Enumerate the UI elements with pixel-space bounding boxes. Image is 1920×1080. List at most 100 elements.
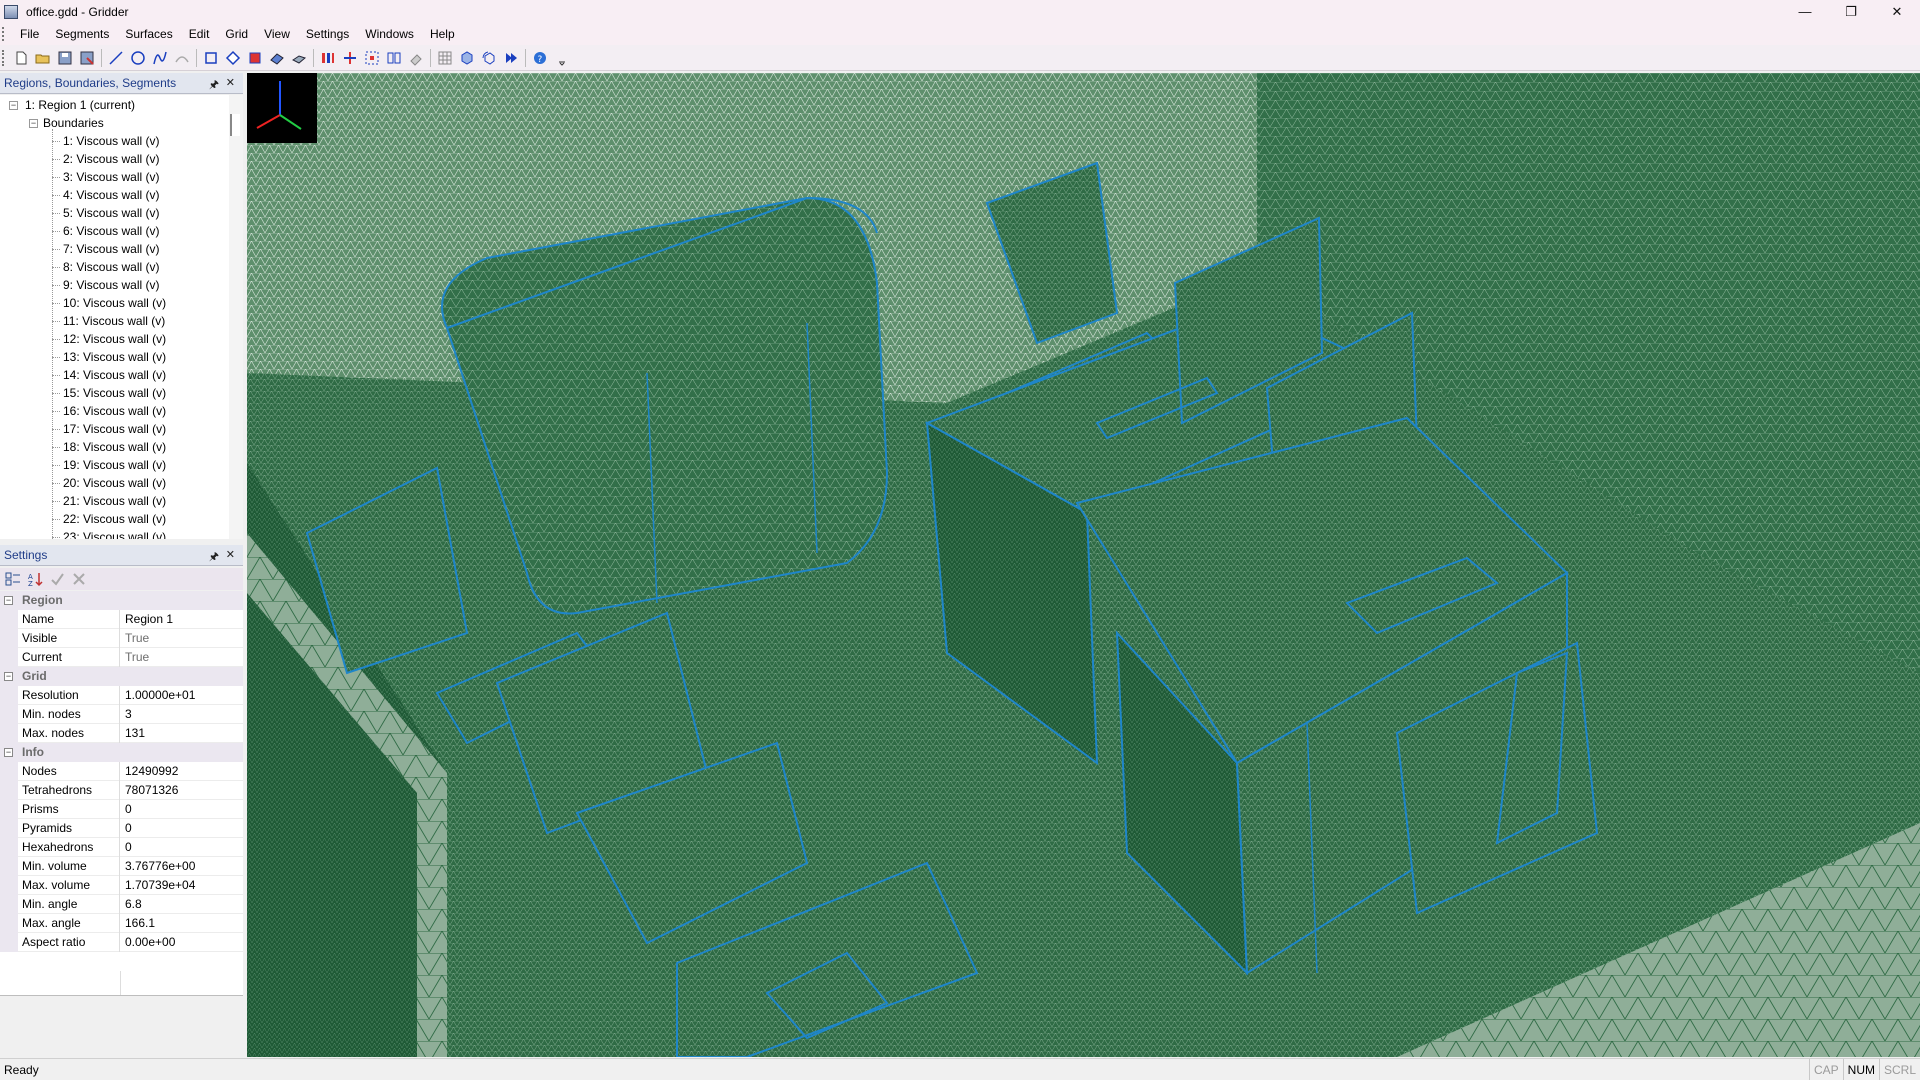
property-row[interactable]: Min. nodes 3: [0, 705, 243, 724]
property-row[interactable]: Max. volume 1.70739e+04: [0, 876, 243, 895]
box-select-icon[interactable]: [362, 47, 383, 68]
menu-windows[interactable]: Windows: [357, 23, 422, 45]
cancel-icon[interactable]: [69, 569, 90, 590]
property-row[interactable]: Current True: [0, 648, 243, 667]
close-icon[interactable]: ✕: [226, 548, 235, 561]
surface-b-icon[interactable]: [289, 47, 310, 68]
property-value[interactable]: 1.70739e+04: [125, 876, 243, 895]
red-bars-icon[interactable]: [318, 47, 339, 68]
save-icon[interactable]: [55, 47, 76, 68]
tree-boundary-item[interactable]: 12: Viscous wall (v): [63, 330, 166, 348]
property-value[interactable]: 1.00000e+01: [125, 686, 243, 705]
collapse-icon[interactable]: −: [4, 672, 13, 681]
tree-boundary-item[interactable]: 6: Viscous wall (v): [63, 222, 159, 240]
menu-edit[interactable]: Edit: [181, 23, 218, 45]
toolbar-grip-icon[interactable]: [2, 49, 10, 66]
erase-icon[interactable]: [406, 47, 427, 68]
property-row[interactable]: Nodes 12490992: [0, 762, 243, 781]
property-value[interactable]: 0.00e+00: [125, 933, 243, 952]
diamond-icon[interactable]: [223, 47, 244, 68]
pin-icon[interactable]: 🖈: [209, 76, 219, 95]
tree-region-node[interactable]: 1: Region 1 (current): [25, 96, 135, 114]
collapse-icon[interactable]: −: [4, 596, 13, 605]
apply-icon[interactable]: [47, 569, 68, 590]
help-icon[interactable]: ?: [530, 47, 551, 68]
box-red-icon[interactable]: [245, 47, 266, 68]
property-row[interactable]: Tetrahedrons 78071326: [0, 781, 243, 800]
tree-scrollbar-thumb[interactable]: [230, 114, 240, 136]
property-value[interactable]: 0: [125, 819, 243, 838]
minimize-button[interactable]: —: [1782, 0, 1828, 23]
tree-collapse-icon[interactable]: −: [9, 101, 18, 110]
property-value[interactable]: 166.1: [125, 914, 243, 933]
property-value[interactable]: 0: [125, 838, 243, 857]
property-value[interactable]: 12490992: [125, 762, 243, 781]
property-row[interactable]: Aspect ratio 0.00e+00: [0, 933, 243, 952]
property-row[interactable]: Min. angle 6.8: [0, 895, 243, 914]
tree-boundary-item[interactable]: 4: Viscous wall (v): [63, 186, 159, 204]
tree-boundary-item[interactable]: 2: Viscous wall (v): [63, 150, 159, 168]
property-row[interactable]: Min. volume 3.76776e+00: [0, 857, 243, 876]
tree-boundary-item[interactable]: 13: Viscous wall (v): [63, 348, 166, 366]
grid-dots-icon[interactable]: [435, 47, 456, 68]
property-row[interactable]: Hexahedrons 0: [0, 838, 243, 857]
menu-settings[interactable]: Settings: [298, 23, 357, 45]
property-value[interactable]: Region 1: [125, 610, 243, 629]
play-icon[interactable]: [501, 47, 522, 68]
tree-boundary-item[interactable]: 11: Viscous wall (v): [63, 312, 165, 330]
property-category[interactable]: − Info: [0, 743, 243, 762]
cube-rotate-icon[interactable]: [479, 47, 500, 68]
close-icon[interactable]: ✕: [226, 76, 235, 89]
menu-help[interactable]: Help: [422, 23, 463, 45]
tree-boundary-item[interactable]: 14: Viscous wall (v): [63, 366, 166, 384]
tree-boundary-item[interactable]: 7: Viscous wall (v): [63, 240, 159, 258]
property-value[interactable]: 6.8: [125, 895, 243, 914]
cross-move-icon[interactable]: [340, 47, 361, 68]
property-row[interactable]: Prisms 0: [0, 800, 243, 819]
surface-a-icon[interactable]: [267, 47, 288, 68]
cube-icon[interactable]: [457, 47, 478, 68]
tree-boundary-item[interactable]: 1: Viscous wall (v): [63, 132, 159, 150]
property-row[interactable]: Max. nodes 131: [0, 724, 243, 743]
tree-boundary-item[interactable]: 23: Viscous wall (v): [63, 528, 166, 539]
property-value[interactable]: 0: [125, 800, 243, 819]
pin-icon[interactable]: 🖈: [209, 548, 219, 567]
property-category[interactable]: − Grid: [0, 667, 243, 686]
tree-boundary-item[interactable]: 17: Viscous wall (v): [63, 420, 166, 438]
tree-boundary-item[interactable]: 3: Viscous wall (v): [63, 168, 159, 186]
3d-viewport[interactable]: [247, 73, 1920, 1057]
tree-scrollbar[interactable]: [229, 95, 243, 539]
collapse-icon[interactable]: −: [4, 748, 13, 757]
property-row[interactable]: Pyramids 0: [0, 819, 243, 838]
draw-arc-icon[interactable]: [172, 47, 193, 68]
new-file-icon[interactable]: [11, 47, 32, 68]
menu-grip-icon[interactable]: [2, 27, 12, 41]
tree-boundary-item[interactable]: 18: Viscous wall (v): [63, 438, 166, 456]
split-icon[interactable]: [384, 47, 405, 68]
restore-button[interactable]: ❐: [1828, 0, 1874, 23]
draw-circle-icon[interactable]: [128, 47, 149, 68]
menu-segments[interactable]: Segments: [47, 23, 117, 45]
tree-collapse-icon[interactable]: −: [29, 119, 38, 128]
menu-surfaces[interactable]: Surfaces: [117, 23, 180, 45]
tree-boundary-item[interactable]: 5: Viscous wall (v): [63, 204, 159, 222]
draw-spline-icon[interactable]: [150, 47, 171, 68]
close-button[interactable]: ✕: [1874, 0, 1920, 23]
tree-boundary-item[interactable]: 22: Viscous wall (v): [63, 510, 166, 528]
property-value[interactable]: 3.76776e+00: [125, 857, 243, 876]
toolbar-overflow-icon[interactable]: [552, 47, 573, 68]
property-row[interactable]: Name Region 1: [0, 610, 243, 629]
property-row[interactable]: Visible True: [0, 629, 243, 648]
property-value[interactable]: True: [125, 648, 243, 667]
property-row[interactable]: Resolution 1.00000e+01: [0, 686, 243, 705]
tree-boundary-item[interactable]: 21: Viscous wall (v): [63, 492, 166, 510]
property-row[interactable]: Max. angle 166.1: [0, 914, 243, 933]
tree-boundary-item[interactable]: 19: Viscous wall (v): [63, 456, 166, 474]
property-value[interactable]: True: [125, 629, 243, 648]
tree-boundary-item[interactable]: 16: Viscous wall (v): [63, 402, 166, 420]
tree-boundary-item[interactable]: 9: Viscous wall (v): [63, 276, 159, 294]
tree-boundary-item[interactable]: 8: Viscous wall (v): [63, 258, 159, 276]
property-value[interactable]: 131: [125, 724, 243, 743]
tree-boundary-item[interactable]: 15: Viscous wall (v): [63, 384, 166, 402]
new-region-icon[interactable]: [201, 47, 222, 68]
